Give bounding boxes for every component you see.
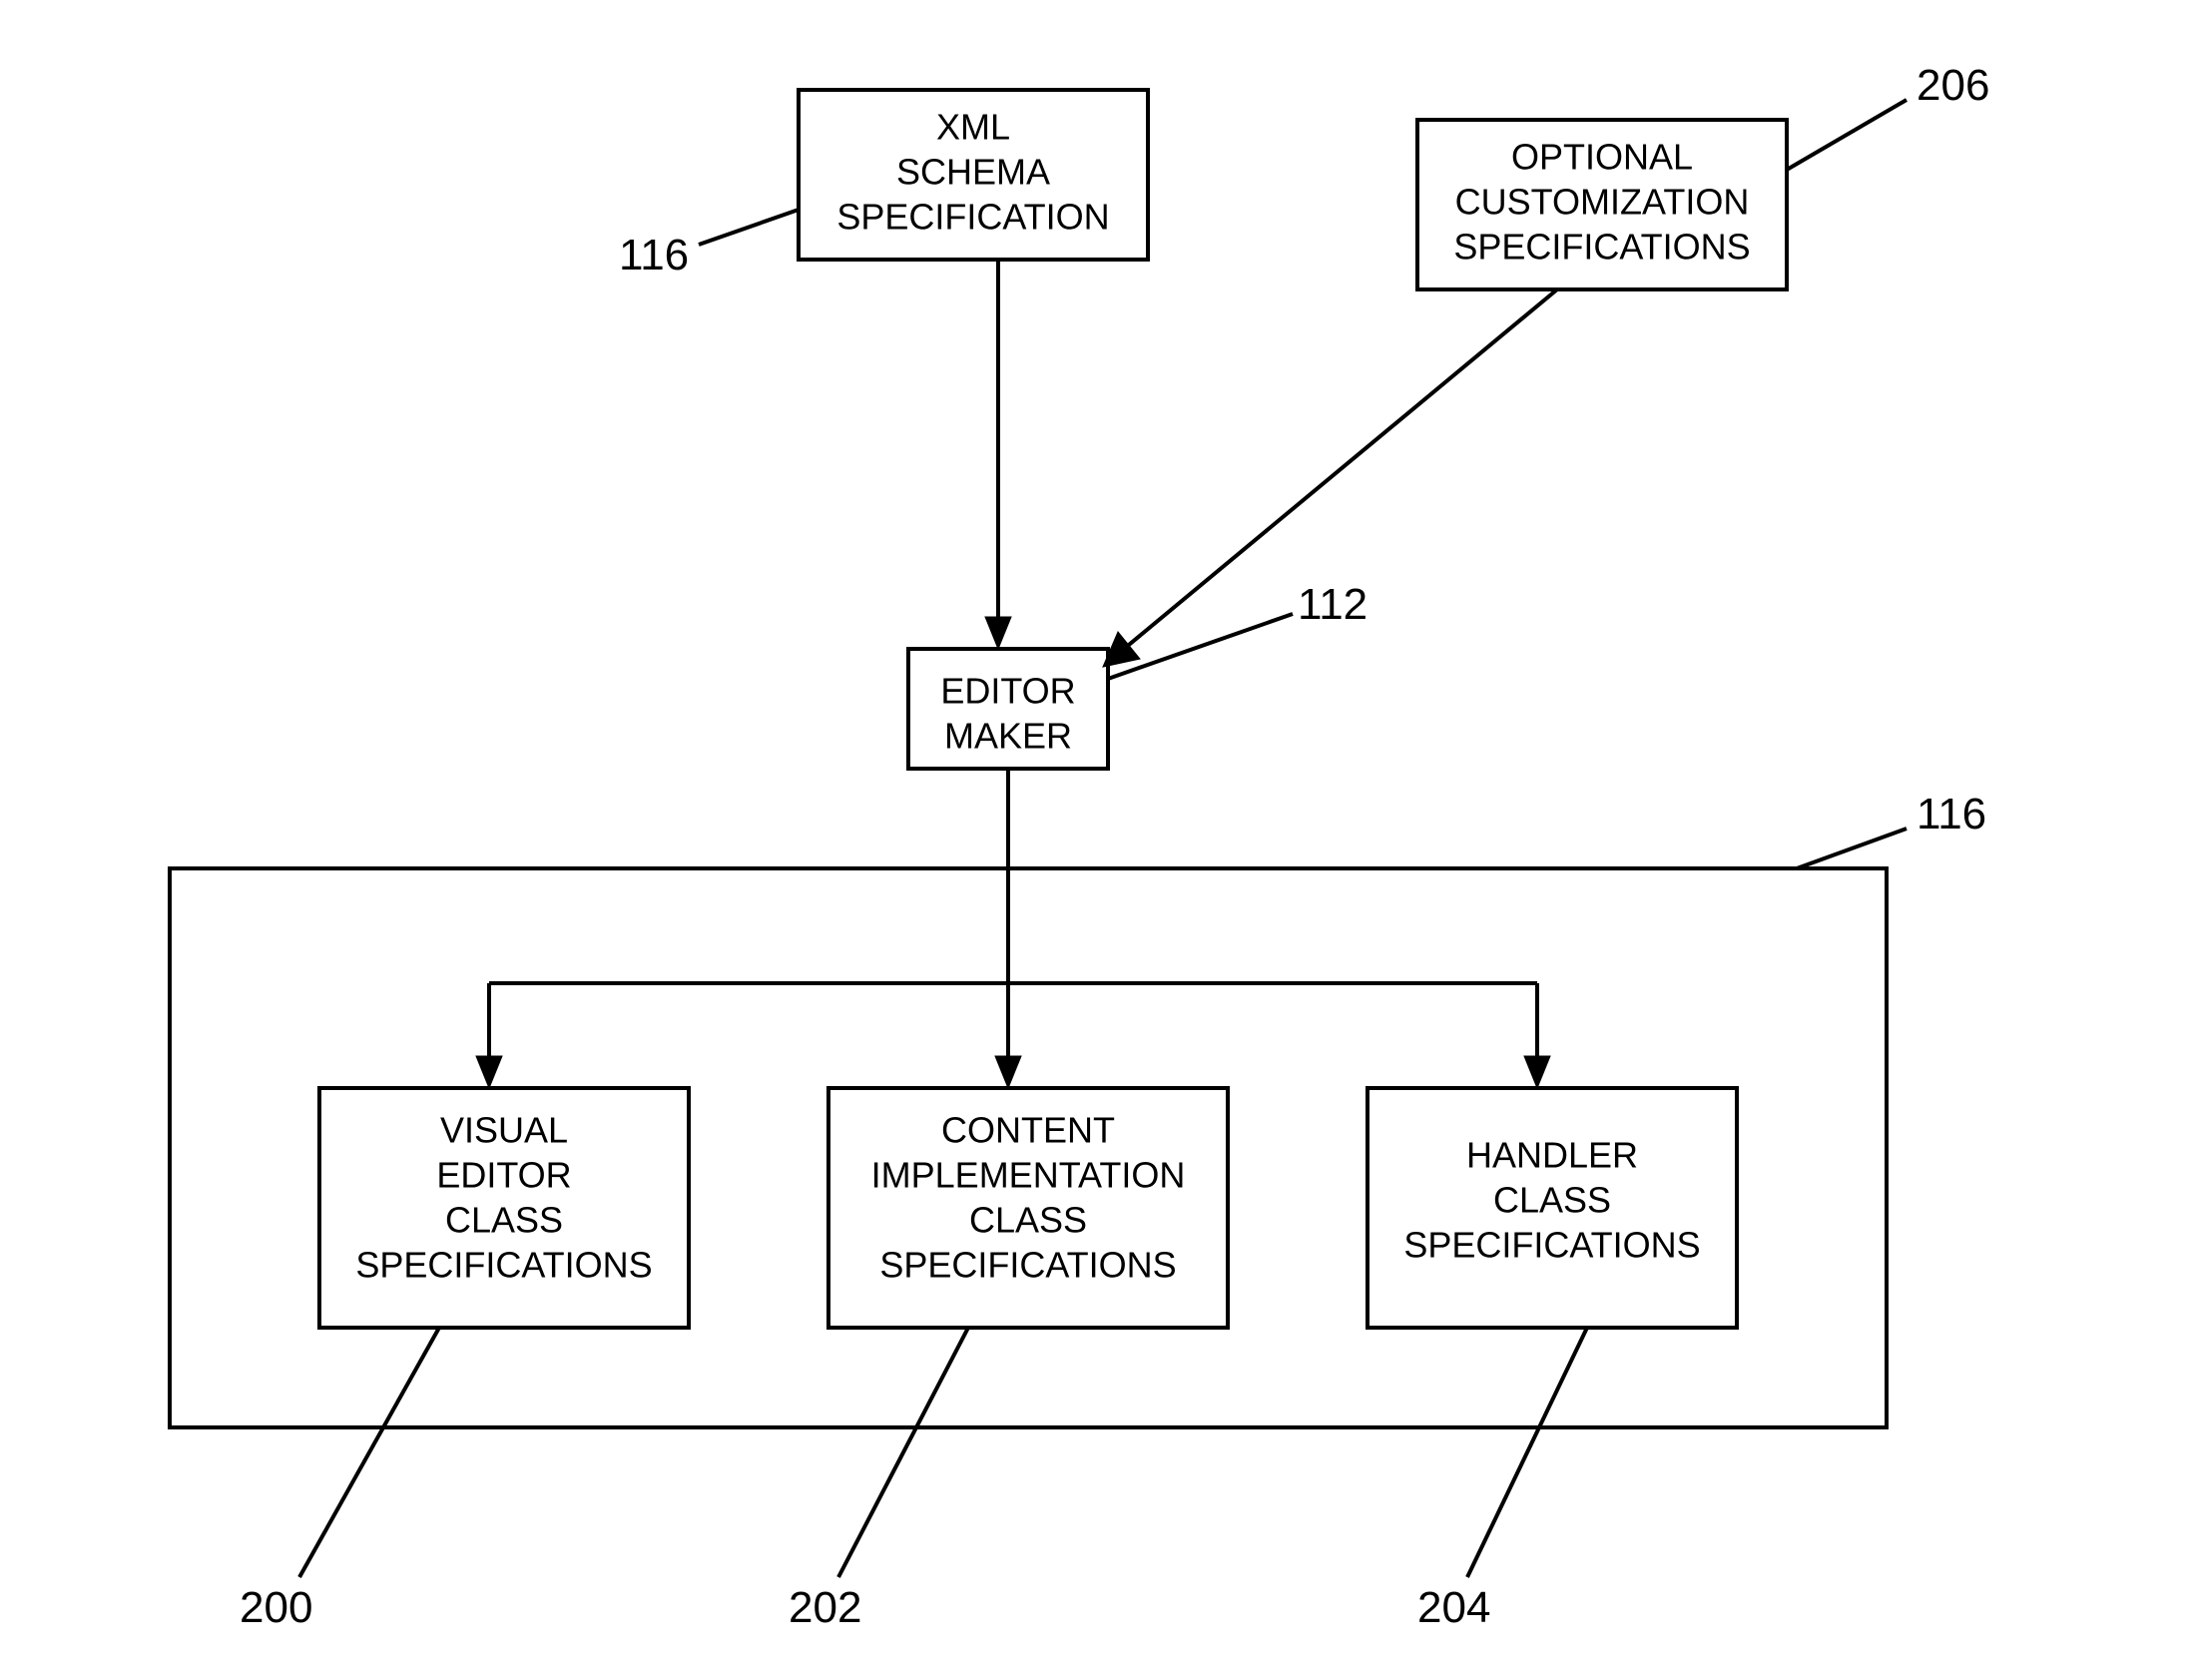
svg-text:116: 116 xyxy=(1916,790,1986,839)
arrow-editor-to-outputs xyxy=(476,769,1550,1088)
arrow-xml-to-editor xyxy=(985,260,1011,649)
xml-line2: SCHEMA xyxy=(896,152,1050,193)
content-line4: SPECIFICATIONS xyxy=(879,1245,1176,1286)
optional-line2: CUSTOMIZATION xyxy=(1455,182,1750,223)
editor-maker-box: EDITOR MAKER xyxy=(908,649,1108,769)
svg-text:116: 116 xyxy=(619,231,689,280)
content-impl-box: CONTENT IMPLEMENTATION CLASS SPECIFICATI… xyxy=(828,1088,1228,1328)
label-116-top: 116 xyxy=(619,210,799,280)
content-line3: CLASS xyxy=(969,1200,1087,1241)
handler-line1: HANDLER xyxy=(1466,1135,1638,1176)
svg-text:202: 202 xyxy=(789,1583,861,1632)
xml-line3: SPECIFICATION xyxy=(836,197,1109,238)
xml-line1: XML xyxy=(936,107,1010,148)
handler-line2: CLASS xyxy=(1493,1180,1611,1221)
xml-schema-box: XML SCHEMA SPECIFICATION xyxy=(799,90,1148,260)
label-200: 200 xyxy=(240,1328,439,1632)
svg-text:200: 200 xyxy=(240,1583,312,1632)
editor-line2: MAKER xyxy=(944,716,1072,757)
label-206: 206 xyxy=(1787,61,1989,170)
visual-line1: VISUAL xyxy=(440,1110,568,1151)
content-line1: CONTENT xyxy=(941,1110,1115,1151)
visual-editor-box: VISUAL EDITOR CLASS SPECIFICATIONS xyxy=(319,1088,689,1328)
optional-customization-box: OPTIONAL CUSTOMIZATION SPECIFICATIONS xyxy=(1417,120,1787,289)
label-202: 202 xyxy=(789,1328,968,1632)
visual-line4: SPECIFICATIONS xyxy=(355,1245,652,1286)
visual-line2: EDITOR xyxy=(436,1155,571,1196)
svg-text:206: 206 xyxy=(1916,61,1989,110)
optional-line3: SPECIFICATIONS xyxy=(1453,227,1750,268)
handler-line3: SPECIFICATIONS xyxy=(1403,1225,1700,1266)
optional-line1: OPTIONAL xyxy=(1511,137,1693,178)
content-line2: IMPLEMENTATION xyxy=(871,1155,1186,1196)
label-116-container: 116 xyxy=(1797,790,1986,868)
handler-class-box: HANDLER CLASS SPECIFICATIONS xyxy=(1367,1088,1737,1328)
label-204: 204 xyxy=(1417,1328,1587,1632)
visual-line3: CLASS xyxy=(445,1200,563,1241)
diagram-canvas: XML SCHEMA SPECIFICATION OPTIONAL CUSTOM… xyxy=(0,0,2187,1680)
svg-text:112: 112 xyxy=(1298,580,1367,629)
editor-line1: EDITOR xyxy=(940,671,1075,712)
svg-text:204: 204 xyxy=(1417,1583,1490,1632)
